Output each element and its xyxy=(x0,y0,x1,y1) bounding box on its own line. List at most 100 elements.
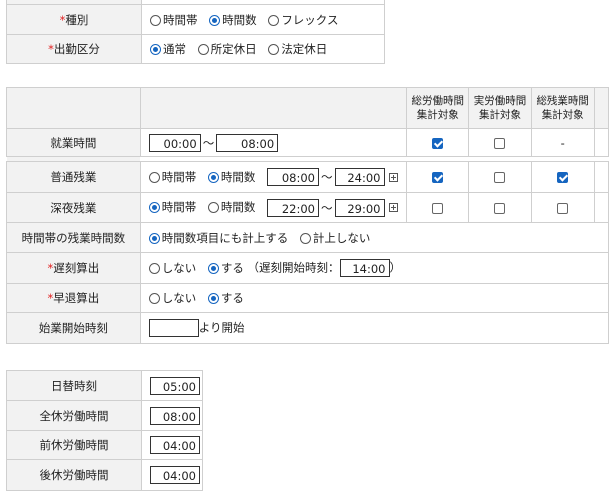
checkbox-icon[interactable] xyxy=(494,137,506,149)
radio-selected-icon[interactable] xyxy=(148,202,160,213)
late-night-overtime-label: 深夜残業 xyxy=(6,192,141,223)
checkbox-icon[interactable] xyxy=(432,202,444,214)
radio-icon[interactable] xyxy=(150,14,161,26)
header-cut-off xyxy=(593,87,609,129)
late-start-close: ） xyxy=(389,260,402,275)
day-change-label: 日替時刻 xyxy=(6,370,142,401)
attendance-options: 通常 所定休日 法定休日 xyxy=(141,34,385,64)
type-options: 時間帯 時間数 フレックス xyxy=(141,4,385,35)
regular-overtime-total-check-cell xyxy=(406,161,470,193)
radio-selected-icon[interactable] xyxy=(150,44,161,55)
type-label-cell: *種別 xyxy=(6,4,142,35)
early-calc-option-yes[interactable]: する xyxy=(207,291,244,305)
morning-leave-input[interactable]: 04:00 xyxy=(150,436,200,454)
expand-plus-icon[interactable] xyxy=(388,172,398,182)
type-label: 種別 xyxy=(65,12,89,27)
late-start-label: （遅刻開始時刻： xyxy=(247,260,340,275)
radio-selected-icon[interactable] xyxy=(207,293,219,304)
regular-overtime-actual-check-cell xyxy=(468,161,532,193)
checkbox-icon[interactable] xyxy=(557,202,569,214)
late-calc-option-yes[interactable]: する xyxy=(207,261,244,275)
type-option-timeband[interactable]: 時間帯 xyxy=(150,13,198,27)
option-label: しない xyxy=(161,291,197,305)
attendance-label: 出勤区分 xyxy=(53,42,100,56)
radio-icon[interactable] xyxy=(148,262,160,274)
morning-leave-field: 04:00 xyxy=(141,430,203,460)
working-hours-inputs: 00:00 ～ 08:00 xyxy=(139,128,408,157)
late-night-from-input[interactable]: 22:00 xyxy=(267,198,320,217)
attendance-option-normal[interactable]: 通常 xyxy=(150,42,186,56)
day-change-input[interactable]: 05:00 xyxy=(150,376,200,395)
checkbox-icon[interactable] xyxy=(494,172,506,183)
type-option-hours[interactable]: 時間数 xyxy=(209,13,257,27)
start-time-field: より開始 xyxy=(139,312,609,344)
radio-selected-icon[interactable] xyxy=(207,262,219,274)
afternoon-leave-label: 後休労働時間 xyxy=(6,459,142,491)
regular-overtime-from-input[interactable]: 08:00 xyxy=(267,168,320,186)
day-change-field: 05:00 xyxy=(141,370,203,401)
type-option-flex[interactable]: フレックス xyxy=(268,13,338,27)
timeband-option-include[interactable]: 時間数項目にも計上する xyxy=(148,231,288,245)
late-calc-option-no[interactable]: しない xyxy=(148,261,196,275)
radio-icon[interactable] xyxy=(207,202,219,213)
checkbox-checked-icon[interactable] xyxy=(432,172,444,183)
dash-text: - xyxy=(560,135,565,150)
early-calc-option-no[interactable]: しない xyxy=(148,291,197,305)
radio-icon[interactable] xyxy=(268,44,280,55)
header-line: 集計対象 xyxy=(478,109,521,121)
header-line: 実労働時間 xyxy=(473,95,527,107)
option-label: する xyxy=(220,291,244,305)
header-line: 集計対象 xyxy=(541,109,584,121)
radio-icon[interactable] xyxy=(148,171,160,183)
afternoon-leave-input[interactable]: 04:00 xyxy=(150,466,200,484)
attendance-option-legal-holiday[interactable]: 法定休日 xyxy=(268,42,327,56)
morning-leave-label: 前休労働時間 xyxy=(6,430,142,460)
option-label: 法定休日 xyxy=(281,42,328,56)
late-start-input[interactable]: 14:00 xyxy=(339,259,390,277)
checkbox-icon[interactable] xyxy=(494,202,506,214)
regular-overtime-label: 普通残業 xyxy=(6,161,141,193)
full-leave-field: 08:00 xyxy=(141,400,203,431)
expand-plus-icon[interactable] xyxy=(388,203,398,212)
work-hours-table: 総労働時間 集計対象 実労働時間 集計対象 総残業時間 集計対象 就業時間 00:00… xyxy=(6,87,609,344)
radio-icon[interactable] xyxy=(268,14,280,26)
option-label: 通常 xyxy=(163,42,186,56)
late-calc-label-cell: *遅刻算出 xyxy=(6,252,141,284)
radio-selected-icon[interactable] xyxy=(209,14,221,26)
morning-leave-row: 前休労働時間 04:00 xyxy=(6,430,203,460)
late-night-option-hours[interactable]: 時間数 xyxy=(207,200,255,214)
attendance-option-scheduled-holiday[interactable]: 所定休日 xyxy=(197,42,257,56)
regular-overtime-to-input[interactable]: 24:00 xyxy=(334,168,385,186)
work-header-row: 総労働時間 集計対象 実労働時間 集計対象 総残業時間 集計対象 xyxy=(6,87,609,129)
working-hours-overtime-cell: - xyxy=(530,128,595,157)
radio-icon[interactable] xyxy=(197,44,209,55)
late-night-to-input[interactable]: 29:00 xyxy=(334,198,385,217)
range-separator: ～ xyxy=(202,135,215,150)
checkbox-checked-icon[interactable] xyxy=(557,172,569,183)
radio-icon[interactable] xyxy=(299,232,311,244)
start-time-input[interactable] xyxy=(148,319,199,337)
afternoon-leave-field: 04:00 xyxy=(141,459,203,491)
radio-selected-icon[interactable] xyxy=(207,171,219,183)
regular-overtime-option-hours[interactable]: 時間数 xyxy=(207,170,255,184)
timeband-overtime-options: 時間数項目にも計上する 計上しない xyxy=(139,222,609,253)
regular-overtime-row: 普通残業 時間帯 時間数 08:00 ～ 24:00 xyxy=(6,161,609,193)
timeband-option-exclude[interactable]: 計上しない xyxy=(299,231,370,245)
full-leave-input[interactable]: 08:00 xyxy=(150,406,200,425)
regular-overtime-option-timeband[interactable]: 時間帯 xyxy=(148,170,196,184)
range-separator: ～ xyxy=(321,170,333,184)
cut-off-cell xyxy=(593,161,609,193)
late-night-total-check-cell xyxy=(406,192,470,223)
working-hours-to-input[interactable]: 08:00 xyxy=(216,133,279,152)
working-hours-from-input[interactable]: 00:00 xyxy=(148,133,201,152)
radio-icon[interactable] xyxy=(148,293,160,304)
late-night-option-timeband[interactable]: 時間帯 xyxy=(148,200,197,214)
header-line: 総残業時間 xyxy=(536,95,589,107)
radio-selected-icon[interactable] xyxy=(148,232,160,244)
timeband-overtime-label: 時間帯の残業時間数 xyxy=(6,222,141,253)
header-blank xyxy=(139,87,408,129)
checkbox-checked-icon[interactable] xyxy=(432,137,444,149)
option-label: 時間帯 xyxy=(161,200,197,214)
working-hours-actual-check-cell xyxy=(468,128,532,157)
attendance-label-cell: *出勤区分 xyxy=(6,34,142,64)
